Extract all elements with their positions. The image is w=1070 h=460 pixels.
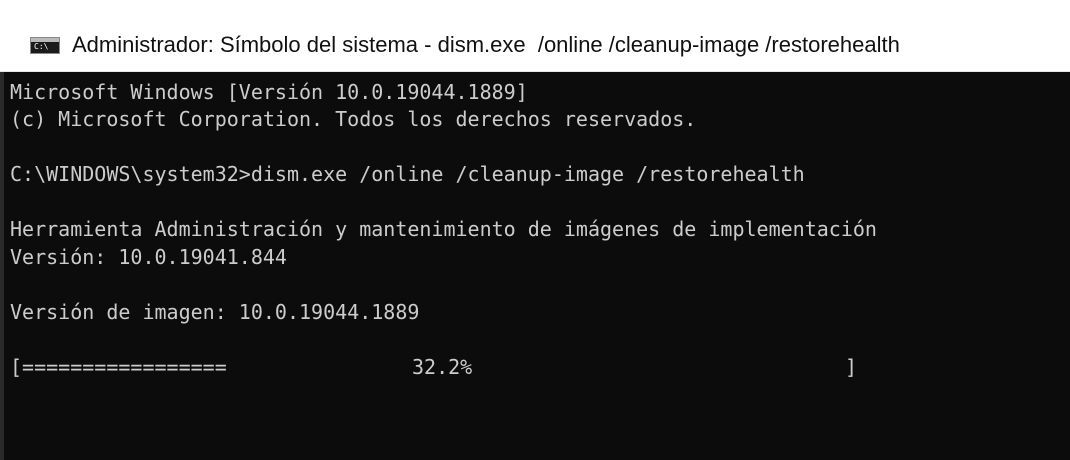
title-bar[interactable]: C:\ Administrador: Símbolo del sistema -… [0, 0, 1070, 72]
cmd-icon: C:\ [30, 37, 60, 54]
console-line-version: Microsoft Windows [Versión 10.0.19044.18… [10, 80, 528, 104]
progress-bar-text: [================= [10, 355, 227, 379]
console-line-command: C:\WINDOWS\system32>dism.exe /online /cl… [10, 162, 805, 186]
console-line-tool-version: Versión: 10.0.19041.844 [10, 245, 287, 269]
console-output[interactable]: Microsoft Windows [Versión 10.0.19044.18… [0, 72, 1070, 460]
cmd-icon-glyph: C:\ [34, 42, 49, 51]
console-line-image-version: Versión de imagen: 10.0.19044.1889 [10, 300, 420, 324]
command-prompt-window: C:\ Administrador: Símbolo del sistema -… [0, 0, 1070, 460]
progress-percent: 32.2% [412, 355, 473, 379]
console-line-copyright: (c) Microsoft Corporation. Todos los der… [10, 107, 697, 131]
progress-end-bracket: ] [845, 355, 858, 379]
progress-indicator: [================= 32.2% ] [10, 355, 870, 379]
window-title: Administrador: Símbolo del sistema - dis… [72, 32, 900, 57]
console-line-tool-name: Herramienta Administración y mantenimien… [10, 217, 877, 241]
